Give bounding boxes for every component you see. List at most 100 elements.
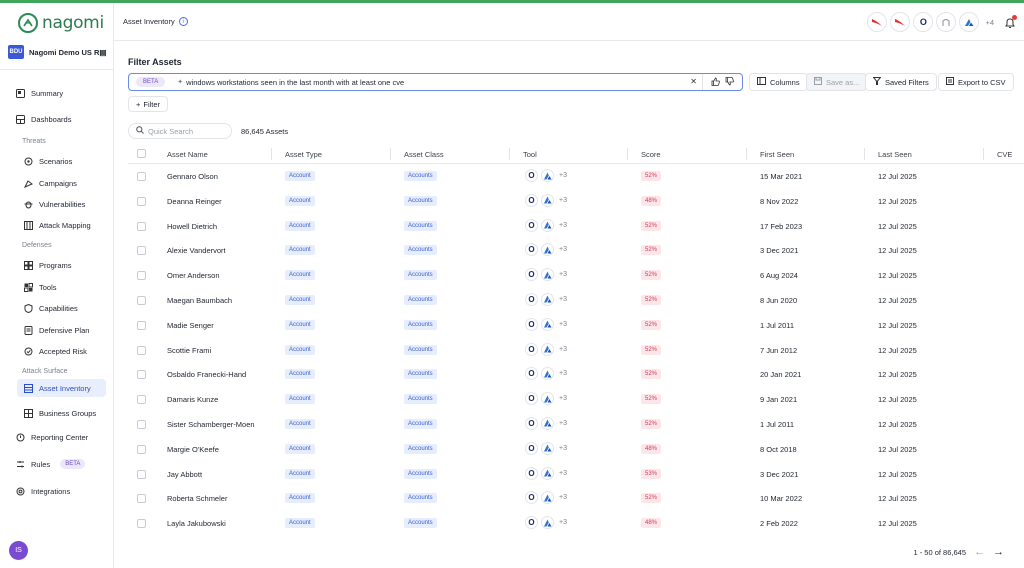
select-all-checkbox[interactable] — [137, 149, 146, 158]
asset-name[interactable]: Howell Dietrich — [167, 222, 217, 231]
next-page-icon[interactable]: → — [993, 546, 1004, 558]
table-row[interactable]: Roberta Schmeler Account Accounts O +3 52% 10 … — [128, 486, 1024, 511]
asset-name[interactable]: Margie O'Keefe — [167, 445, 219, 454]
okta-icon[interactable]: O — [525, 317, 538, 331]
table-row[interactable]: Deanna Reinger Account Accounts O +3 48% 8 Nov… — [128, 189, 1024, 214]
sidebar-item-business-groups[interactable]: Business Groups — [24, 404, 96, 422]
okta-icon[interactable]: O — [525, 516, 538, 530]
sidebar-item-tools[interactable]: Tools — [24, 278, 57, 296]
azure-icon[interactable] — [541, 466, 554, 480]
okta-icon[interactable]: O — [525, 193, 538, 207]
table-row[interactable]: Alexie Vandervort Account Accounts O +3 52% 3 … — [128, 238, 1024, 263]
more-tools-count[interactable]: +3 — [559, 519, 567, 526]
more-tools-count[interactable]: +3 — [559, 346, 567, 353]
azure-icon[interactable] — [541, 342, 554, 356]
more-tools-count[interactable]: +3 — [559, 445, 567, 452]
sidebar-item-accepted-risk[interactable]: Accepted Risk — [24, 342, 87, 360]
sidebar-item-attack-mapping[interactable]: Attack Mapping — [24, 216, 91, 234]
crowdstrike-icon[interactable] — [867, 12, 888, 32]
col-resizer[interactable] — [746, 148, 747, 160]
sidebar-item-defensive-plan[interactable]: Defensive Plan — [24, 321, 89, 339]
sidebar-item-vulnerabilities[interactable]: Vulnerabilities — [24, 195, 85, 213]
azure-icon[interactable] — [541, 392, 554, 406]
sidebar-item-campaigns[interactable]: Campaigns — [24, 174, 77, 192]
asset-name[interactable]: Deanna Reinger — [167, 197, 222, 206]
user-avatar[interactable]: IS — [9, 541, 28, 560]
sidebar-item-scenarios[interactable]: Scenarios — [24, 152, 72, 170]
asset-name[interactable]: Sister Schamberger-Moen — [167, 420, 255, 429]
row-checkbox[interactable] — [137, 320, 146, 330]
col-resizer[interactable] — [627, 148, 628, 160]
more-tools-count[interactable]: +3 — [559, 271, 567, 278]
tenable-icon[interactable] — [936, 12, 957, 32]
sidebar-item-rules[interactable]: Rules BETA — [16, 455, 86, 473]
more-tools-count[interactable]: +3 — [559, 246, 567, 253]
crowdstrike-alt-icon[interactable] — [890, 12, 911, 32]
row-checkbox[interactable] — [137, 444, 146, 454]
col-cve[interactable]: CVE — [997, 150, 1012, 159]
sidebar-item-dashboards[interactable]: Dashboards — [16, 110, 71, 128]
asset-name[interactable]: Jay Abbott — [167, 470, 202, 479]
col-asset-name[interactable]: Asset Name — [167, 150, 208, 159]
azure-icon[interactable] — [541, 416, 554, 430]
asset-name[interactable]: Damaris Kunze — [167, 395, 218, 404]
row-checkbox[interactable] — [137, 419, 146, 429]
row-checkbox[interactable] — [137, 519, 146, 529]
thumbs-down-icon[interactable] — [725, 76, 734, 88]
org-switcher[interactable]: BDU Nagomi Demo US R▤ — [8, 45, 107, 59]
col-last-seen[interactable]: Last Seen — [878, 150, 912, 159]
more-tools-count[interactable]: +3 — [559, 494, 567, 501]
azure-icon[interactable] — [541, 193, 554, 207]
okta-icon[interactable]: O — [525, 392, 538, 406]
add-filter-button[interactable]: + Filter — [128, 96, 169, 112]
col-resizer[interactable] — [983, 148, 984, 160]
prev-page-icon[interactable]: ← — [974, 546, 985, 558]
more-tools-count[interactable]: +4 — [985, 18, 994, 27]
row-checkbox[interactable] — [137, 395, 146, 405]
asset-name[interactable]: Scottie Frami — [167, 346, 211, 355]
row-checkbox[interactable] — [137, 196, 146, 206]
row-checkbox[interactable] — [137, 494, 146, 504]
azure-icon[interactable] — [959, 12, 980, 32]
asset-name[interactable]: Gennaro Olson — [167, 172, 218, 181]
row-checkbox[interactable] — [137, 469, 146, 479]
asset-name[interactable]: Maegan Baumbach — [167, 296, 232, 305]
row-checkbox[interactable] — [137, 221, 146, 231]
table-row[interactable]: Jay Abbott Account Accounts O +3 53% 3 Dec 202… — [128, 462, 1024, 487]
row-checkbox[interactable] — [137, 345, 146, 355]
col-asset-class[interactable]: Asset Class — [404, 150, 444, 159]
col-resizer[interactable] — [864, 148, 865, 160]
okta-icon[interactable]: O — [525, 292, 538, 306]
col-resizer[interactable] — [509, 148, 510, 160]
asset-name[interactable]: Madie Senger — [167, 321, 214, 330]
columns-button[interactable]: Columns — [749, 73, 808, 91]
table-row[interactable]: Omer Anderson Account Accounts O +3 52% 6 Aug … — [128, 263, 1024, 288]
azure-icon[interactable] — [541, 317, 554, 331]
quick-search-input[interactable]: Quick Search — [128, 123, 232, 139]
more-tools-count[interactable]: +3 — [559, 197, 567, 204]
asset-name[interactable]: Layla Jakubowski — [167, 519, 226, 528]
azure-icon[interactable] — [541, 169, 554, 182]
table-row[interactable]: Madie Senger Account Accounts O +3 52% 1 Jul 2… — [128, 313, 1024, 338]
col-asset-type[interactable]: Asset Type — [285, 150, 322, 159]
table-row[interactable]: Scottie Frami Account Accounts O +3 52% 7 Jun … — [128, 338, 1024, 363]
okta-icon[interactable]: O — [525, 169, 538, 182]
okta-icon[interactable]: O — [525, 268, 538, 282]
row-checkbox[interactable] — [137, 246, 146, 256]
okta-icon[interactable]: O — [525, 367, 538, 381]
col-first-seen[interactable]: First Seen — [760, 150, 794, 159]
asset-name[interactable]: Omer Anderson — [167, 271, 220, 280]
okta-icon[interactable]: O — [525, 491, 538, 505]
info-icon[interactable]: i — [178, 17, 188, 26]
table-row[interactable]: Layla Jakubowski Account Accounts O +3 48% 2 F… — [128, 511, 1024, 536]
sidebar-item-summary[interactable]: Summary — [16, 84, 63, 102]
ai-filter-query[interactable]: windows workstations seen in the last mo… — [186, 78, 404, 87]
ai-filter-input[interactable]: BETA ✦ windows workstations seen in the … — [128, 73, 743, 91]
table-row[interactable]: Osbaldo Franecki-Hand Account Accounts O +3 5… — [128, 362, 1024, 387]
table-row[interactable]: Maegan Baumbach Account Accounts O +3 52% 8 Ju… — [128, 288, 1024, 313]
more-tools-count[interactable]: +3 — [559, 222, 567, 229]
asset-name[interactable]: Roberta Schmeler — [167, 494, 227, 503]
okta-icon[interactable]: O — [525, 243, 538, 257]
more-tools-count[interactable]: +3 — [559, 420, 567, 427]
export-csv-button[interactable]: Export to CSV — [938, 73, 1014, 91]
